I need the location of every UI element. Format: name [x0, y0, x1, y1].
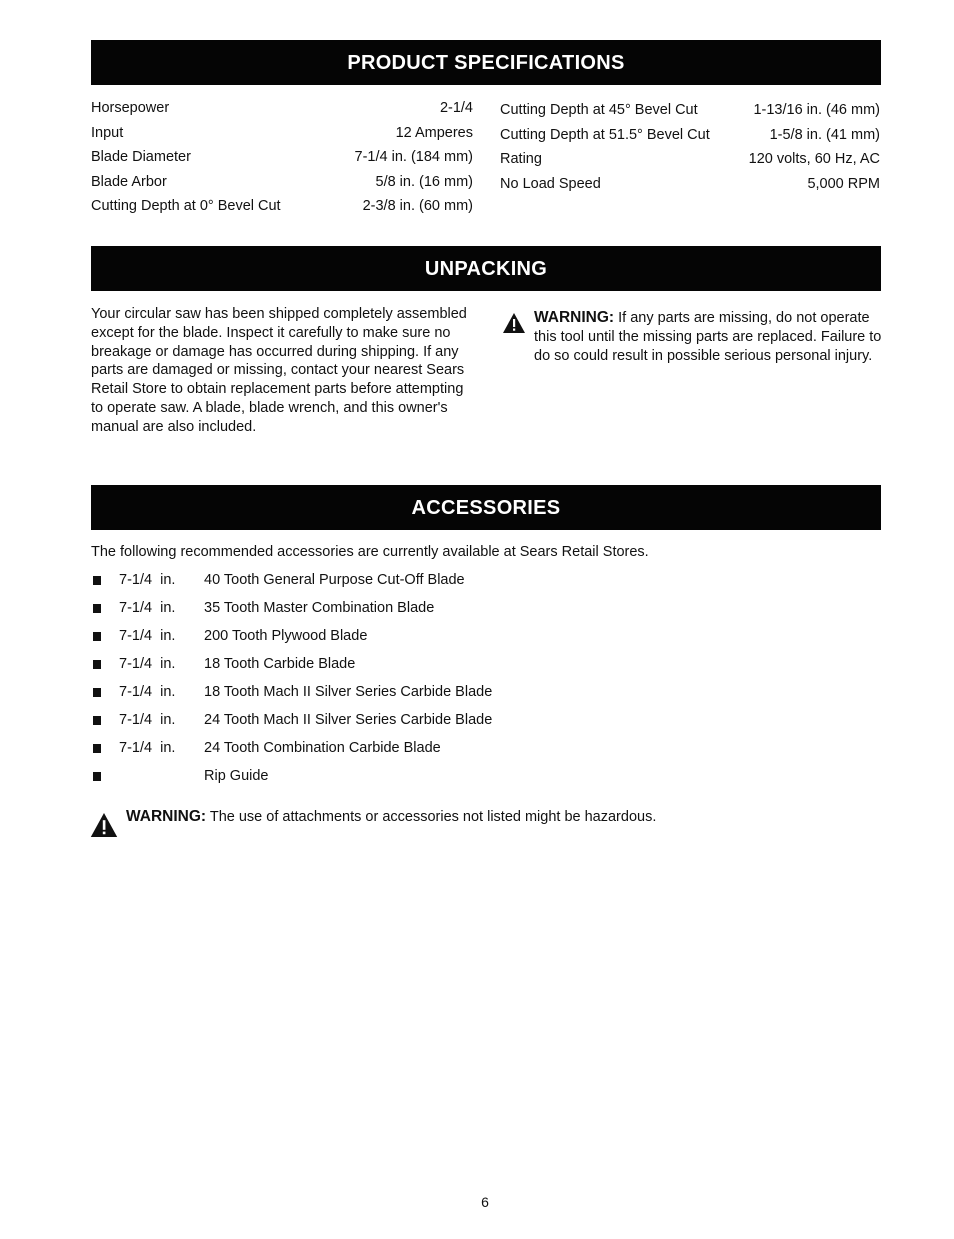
- square-bullet-icon: [93, 688, 101, 697]
- warning-text: The use of attachments or accessories no…: [206, 809, 657, 825]
- specs-left-column: Horsepower 2-1/4 Input 12 Amperes Blade Di…: [91, 100, 473, 223]
- list-item: 7-1/4 in. 18 Tooth Mach II Silver Series …: [91, 684, 791, 712]
- spec-value: 120 volts, 60 Hz, AC: [748, 151, 880, 167]
- list-item: Rip Guide: [91, 768, 791, 796]
- accessory-name: 18 Tooth Carbide Blade: [204, 656, 356, 672]
- accessory-size: 7-1/4 in.: [119, 712, 176, 728]
- spec-label: Cutting Depth at 0° Bevel Cut: [91, 198, 281, 214]
- spec-row: Horsepower 2-1/4: [91, 100, 473, 125]
- spec-value: 5,000 RPM: [807, 175, 880, 192]
- accessory-size: 7-1/4 in.: [119, 572, 176, 588]
- list-item: 7-1/4 in. 24 Tooth Mach II Silver Series …: [91, 712, 791, 740]
- spec-label: Blade Arbor: [91, 173, 167, 190]
- list-item: 7-1/4 in. 24 Tooth Combination Carbide Bl…: [91, 740, 791, 768]
- accessory-name: 200 Tooth Plywood Blade: [204, 628, 368, 644]
- accessory-name: 24 Tooth Combination Carbide Blade: [204, 740, 441, 756]
- spec-label: Input: [91, 124, 124, 141]
- spec-value: 1-13/16 in. (46 mm): [753, 102, 880, 118]
- accessory-name: 40 Tooth General Purpose Cut-Off Blade: [204, 572, 465, 588]
- spec-value: 12 Amperes: [395, 124, 473, 141]
- warning-triangle-icon: [503, 313, 525, 333]
- unpacking-paragraph: Your circular saw has been shipped compl…: [91, 306, 467, 435]
- spec-value: 7-1/4 in. (184 mm): [354, 149, 473, 165]
- spec-value: 5/8 in. (16 mm): [375, 173, 474, 190]
- list-item: 7-1/4 in. 200 Tooth Plywood Blade: [91, 628, 791, 656]
- square-bullet-icon: [93, 744, 101, 753]
- square-bullet-icon: [93, 576, 101, 585]
- specs-right-column: Cutting Depth at 45° Bevel Cut 1-13/16 in…: [500, 102, 880, 200]
- unpacking-heading: UNPACKING: [91, 246, 881, 291]
- page-number: 6: [481, 1194, 489, 1210]
- spec-row: Cutting Depth at 0° Bevel Cut 2-3/8 in. (…: [91, 198, 473, 223]
- list-item: 7-1/4 in. 35 Tooth Master Combination Bla…: [91, 600, 791, 628]
- spec-value: 2-1/4: [439, 100, 473, 116]
- accessory-name: Rip Guide: [204, 768, 269, 784]
- accessory-size: 7-1/4 in.: [119, 628, 176, 644]
- accessory-name: 24 Tooth Mach II Silver Series Carbide B…: [204, 712, 493, 728]
- spec-label: Cutting Depth at 45° Bevel Cut: [500, 102, 698, 118]
- warning-label: WARNING:: [126, 808, 207, 825]
- spec-row: Input 12 Amperes: [91, 125, 473, 150]
- list-item: 7-1/4 in. 18 Tooth Carbide Blade: [91, 656, 791, 684]
- warning-label: WARNING:: [534, 309, 615, 326]
- square-bullet-icon: [93, 632, 101, 641]
- accessories-warning: WARNING: The use of attachments or acces…: [126, 808, 656, 826]
- accessory-name: 18 Tooth Mach II Silver Series Carbide B…: [204, 684, 493, 700]
- product-specifications-heading: PRODUCT SPECIFICATIONS: [91, 40, 881, 85]
- spec-label: No Load Speed: [500, 175, 601, 192]
- spec-row: Blade Diameter 7-1/4 in. (184 mm): [91, 149, 473, 174]
- accessory-name: 35 Tooth Master Combination Blade: [204, 600, 435, 616]
- square-bullet-icon: [93, 604, 101, 613]
- unpacking-warning: WARNING: If any parts are missing, do no…: [534, 309, 884, 365]
- spec-row: Cutting Depth at 51.5° Bevel Cut 1-5/8 in…: [500, 127, 880, 152]
- spec-label: Blade Diameter: [91, 149, 191, 165]
- accessories-heading: ACCESSORIES: [91, 485, 881, 530]
- list-item: 7-1/4 in. 40 Tooth General Purpose Cut-Of…: [91, 572, 791, 600]
- square-bullet-icon: [93, 660, 101, 669]
- spec-value: 2-3/8 in. (60 mm): [362, 198, 473, 214]
- spec-row: Cutting Depth at 45° Bevel Cut 1-13/16 in…: [500, 102, 880, 127]
- accessory-size: 7-1/4 in.: [119, 600, 176, 616]
- spec-value: 1-5/8 in. (41 mm): [769, 126, 880, 143]
- accessory-size: 7-1/4 in.: [119, 684, 176, 700]
- spec-row: No Load Speed 5,000 RPM: [500, 176, 880, 201]
- accessories-intro: The following recommended accessories ar…: [91, 544, 649, 560]
- warning-triangle-icon: [90, 813, 118, 837]
- square-bullet-icon: [93, 772, 101, 781]
- spec-label: Cutting Depth at 51.5° Bevel Cut: [500, 126, 710, 143]
- square-bullet-icon: [93, 716, 101, 725]
- spec-label: Rating: [500, 151, 542, 167]
- accessories-list: 7-1/4 in. 40 Tooth General Purpose Cut-Of…: [91, 572, 791, 796]
- accessory-size: 7-1/4 in.: [119, 740, 176, 756]
- spec-row: Rating 120 volts, 60 Hz, AC: [500, 151, 880, 176]
- accessory-size: 7-1/4 in.: [119, 656, 176, 672]
- spec-row: Blade Arbor 5/8 in. (16 mm): [91, 174, 473, 199]
- spec-label: Horsepower: [91, 100, 170, 116]
